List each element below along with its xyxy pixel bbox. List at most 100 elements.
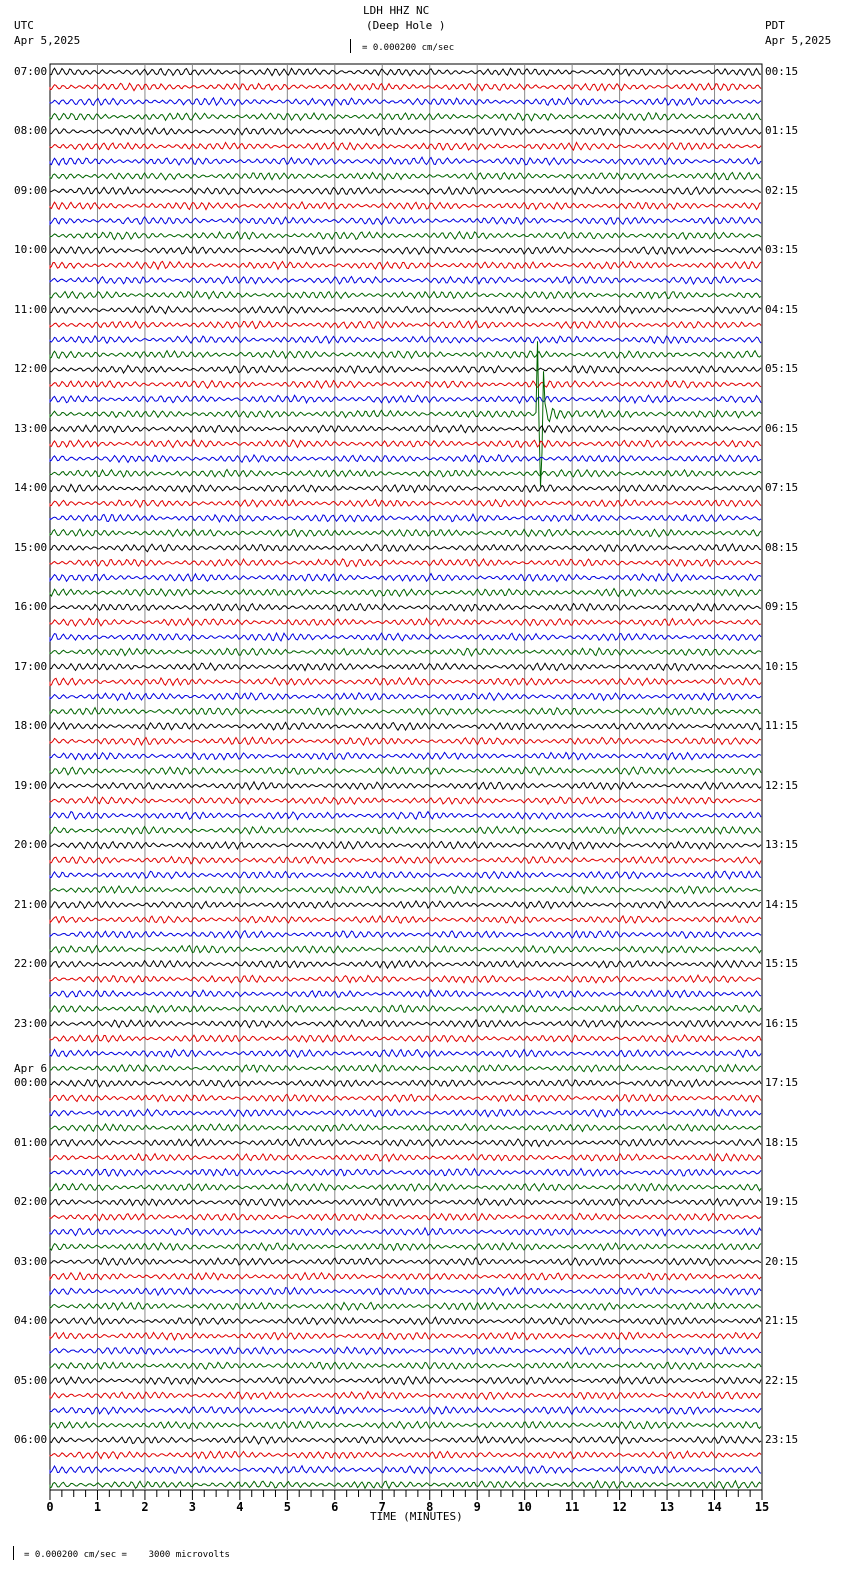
seismic-trace [49, 914, 762, 925]
x-tick-label: 0 [46, 1500, 53, 1514]
seismic-trace [49, 290, 762, 300]
seismic-trace [49, 557, 762, 568]
seismogram-plot: 0 1 2 3 4 5 6 7 8 9 10 11 12 13 14 15 [46, 63, 769, 1514]
seismic-trace [49, 780, 762, 791]
x-tick-label: 7 [379, 1500, 386, 1514]
seismic-trace [49, 617, 762, 628]
seismic-trace [49, 1271, 762, 1282]
seismic-trace [49, 1316, 762, 1326]
seismic-trace [49, 379, 762, 390]
seismic-trace [49, 498, 762, 509]
seismic-trace [49, 944, 762, 955]
seismic-trace [49, 721, 762, 732]
seismic-trace [49, 82, 762, 92]
x-tick-label: 5 [284, 1500, 291, 1514]
seismic-trace [49, 1375, 762, 1386]
seismic-trace [49, 156, 762, 167]
seismic-trace [49, 988, 762, 999]
seismic-trace [49, 572, 762, 583]
seismic-trace [49, 528, 762, 538]
seismic-trace [49, 424, 762, 434]
x-tick-label: 2 [141, 1500, 148, 1514]
seismic-trace [49, 1390, 762, 1401]
seismic-trace [49, 1331, 762, 1341]
seismic-trace [49, 1122, 762, 1133]
x-tick-label: 1 [94, 1500, 101, 1514]
seismic-trace [49, 67, 762, 77]
seismic-trace [49, 513, 762, 524]
seismic-trace [49, 171, 762, 181]
seismic-trace [49, 349, 762, 360]
x-tick-label: 12 [612, 1500, 626, 1514]
seismic-trace [49, 706, 762, 717]
seismic-trace [49, 1034, 762, 1044]
seismic-trace [49, 1301, 762, 1312]
seismic-trace [49, 185, 762, 196]
seismic-trace [49, 334, 762, 345]
seismic-trace [49, 1167, 762, 1177]
seismic-trace [49, 810, 762, 821]
seismic-trace [49, 1479, 762, 1490]
seismic-trace [49, 319, 762, 330]
seismic-trace [49, 1405, 762, 1416]
seismic-trace [49, 1286, 762, 1297]
seismic-trace [49, 1048, 762, 1059]
seismic-trace [49, 631, 762, 643]
seismic-trace [49, 341, 762, 487]
seismic-trace [49, 662, 762, 672]
seismic-trace [49, 141, 762, 152]
seismic-trace [49, 840, 762, 851]
seismic-trace [49, 1063, 762, 1074]
seismic-trace [49, 1152, 762, 1163]
seismic-trace [49, 1004, 762, 1014]
seismic-trace [49, 483, 762, 494]
x-tick-label: 11 [565, 1500, 579, 1514]
seismic-trace [49, 870, 762, 880]
x-tick-label: 8 [426, 1500, 433, 1514]
seismic-trace [49, 736, 762, 747]
seismic-trace [49, 1108, 762, 1118]
seismic-trace [49, 542, 762, 553]
x-tick-label: 9 [474, 1500, 481, 1514]
x-tick-label: 14 [707, 1500, 721, 1514]
seismic-trace [49, 885, 762, 895]
seismic-trace [49, 364, 762, 375]
seismic-trace [49, 1226, 762, 1237]
seismic-trace [49, 973, 762, 984]
seismic-trace [49, 1241, 762, 1252]
seismic-trace [49, 602, 762, 613]
seismic-trace [49, 796, 762, 806]
seismic-trace [49, 215, 762, 226]
seismic-trace [49, 1093, 762, 1104]
seismic-trace [49, 1450, 762, 1460]
seismic-trace [49, 1182, 762, 1193]
seismic-trace [49, 646, 762, 657]
seismic-trace [49, 1435, 762, 1445]
seismic-trace [49, 1420, 762, 1430]
seismic-trace [49, 468, 762, 478]
x-tick-label: 6 [331, 1500, 338, 1514]
seismic-trace [49, 111, 762, 122]
seismic-trace [49, 1257, 762, 1267]
seismic-trace [49, 230, 762, 241]
seismic-trace [49, 1361, 762, 1371]
seismic-trace [49, 691, 762, 702]
seismic-trace [49, 305, 762, 315]
seismic-trace [49, 587, 762, 598]
x-tick-label: 4 [236, 1500, 243, 1514]
x-tick-label: 13 [660, 1500, 674, 1514]
x-tick-label: 3 [189, 1500, 196, 1514]
seismic-trace [49, 245, 762, 256]
seismic-trace [49, 959, 762, 970]
seismic-trace [49, 126, 762, 137]
seismic-trace [49, 453, 762, 464]
seismic-trace [49, 394, 762, 405]
seismic-trace [49, 438, 762, 449]
seismic-trace [49, 1138, 762, 1148]
seismic-trace [49, 855, 762, 865]
x-tick-label: 10 [517, 1500, 531, 1514]
seismic-trace [49, 96, 762, 107]
seismic-trace [49, 200, 762, 211]
seismic-trace [49, 260, 762, 271]
seismic-trace [49, 1078, 762, 1088]
